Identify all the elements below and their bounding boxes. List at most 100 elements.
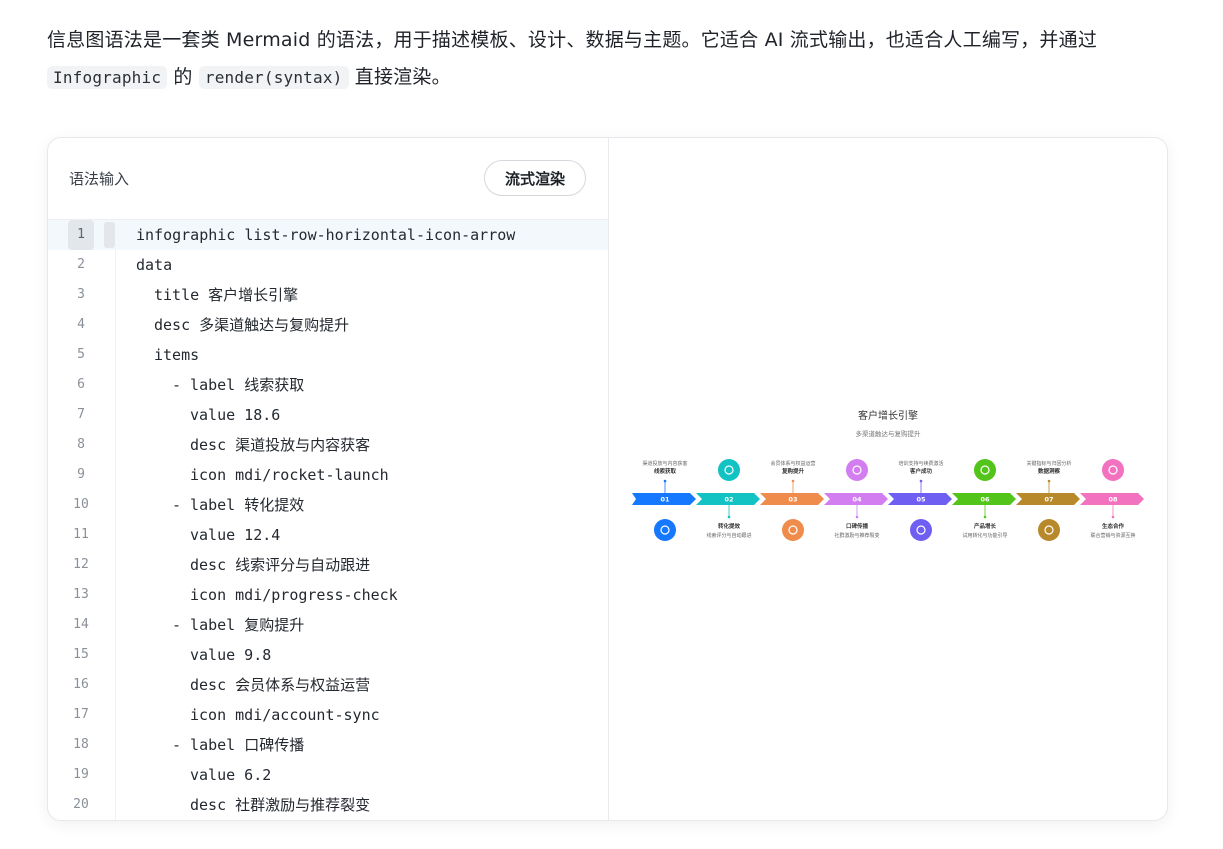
account-group-icon	[846, 459, 868, 481]
line-number: 2	[77, 257, 85, 272]
item-label: 线索获取	[654, 467, 677, 475]
item-label: 客户成功	[909, 467, 933, 475]
code-line[interactable]: 1 infographic list-row-horizontal-icon-ar…	[48, 220, 608, 250]
line-number: 13	[73, 587, 89, 602]
code-text: desc 社群激励与推荐裂变	[190, 796, 371, 814]
code-text: icon mdi/progress-check	[190, 586, 398, 604]
intro-text-1: 信息图语法是一套类 Mermaid 的语法，用于描述模板、设计、数据与主题。它适…	[47, 29, 1098, 51]
line-number: 15	[73, 647, 89, 662]
line-number: 10	[73, 497, 89, 512]
intro-text-3: 直接渲染。	[348, 66, 451, 88]
code-line[interactable]: 13 icon mdi/progress-check	[48, 580, 608, 610]
step-number: 01	[660, 496, 670, 504]
item-desc: 会员体系与权益运营	[770, 460, 815, 467]
line-number: 20	[73, 797, 89, 812]
line-number: 11	[73, 527, 89, 542]
code-line[interactable]: 9 icon mdi/rocket-launch	[48, 460, 608, 490]
code-text: value 12.4	[190, 526, 281, 544]
code-line[interactable]: 20 desc 社群激励与推荐裂变	[48, 790, 608, 820]
item-label: 生态合作	[1102, 522, 1125, 530]
code-line[interactable]: 4 desc 多渠道触达与复购提升	[48, 310, 608, 340]
code-editor[interactable]: 1 infographic list-row-horizontal-icon-ar…	[48, 220, 608, 820]
code-line[interactable]: 3 title 客户增长引擎	[48, 280, 608, 310]
syntax-panel: 语法输入 流式渲染 1 infographic list-row-horizont…	[48, 138, 609, 820]
line-number: 17	[73, 707, 89, 722]
infographic-subtitle: 多渠道触达与复购提升	[856, 429, 922, 438]
preview-panel: 客户增长引擎 多渠道触达与复购提升 01 渠道投放与内容获客 线索获取 02 转化提效 线索评…	[609, 138, 1167, 820]
code-text: icon mdi/account-sync	[190, 706, 380, 724]
line-number: 16	[73, 677, 89, 692]
code-line[interactable]: 14 - label 复购提升	[48, 610, 608, 640]
intro-text-2: 的	[167, 66, 199, 88]
step-number: 02	[724, 496, 733, 504]
line-number: 5	[77, 347, 85, 362]
syntax-panel-title: 语法输入	[69, 170, 130, 188]
line-number: 14	[73, 617, 89, 632]
connector-dot	[855, 515, 859, 519]
chart-area-icon	[1038, 519, 1060, 541]
code-text: icon mdi/rocket-launch	[190, 466, 389, 484]
item-desc: 线索评分与自动跟进	[706, 532, 751, 539]
item-desc: 联合营销与资源互换	[1090, 532, 1135, 539]
code-text: title 客户增长引擎	[154, 286, 299, 304]
code-text: - label 转化提效	[172, 496, 305, 514]
rocket-icon	[654, 519, 676, 541]
infographic-preview: 客户增长引擎多渠道触达与复购提升 01 渠道投放与内容获客线索获取 02 转化提效线索评…	[632, 409, 1144, 541]
playground-card: 语法输入 流式渲染 1 infographic list-row-horizont…	[47, 137, 1168, 821]
intro-paragraph: 信息图语法是一套类 Mermaid 的语法，用于描述模板、设计、数据与主题。它适…	[47, 22, 1177, 96]
item-label: 口碑传播	[846, 522, 869, 530]
item-desc: 培训支持与续费激活	[898, 460, 943, 467]
code-text: desc 渠道投放与内容获客	[190, 436, 371, 454]
connector-dot	[1111, 515, 1115, 519]
item-label: 数据洞察	[1038, 467, 1061, 475]
code-text: infographic list-row-horizontal-icon-arr…	[136, 226, 516, 244]
item-desc: 试用转化与功能引导	[962, 532, 1007, 539]
code-line[interactable]: 19 value 6.2	[48, 760, 608, 790]
inline-code-infographic: Infographic	[47, 66, 168, 89]
line-number: 8	[77, 437, 85, 452]
handshake-icon	[1102, 459, 1124, 481]
item-desc: 社群激励与推荐裂变	[834, 532, 879, 539]
step-number: 07	[1044, 496, 1053, 504]
code-line[interactable]: 17 icon mdi/account-sync	[48, 700, 608, 730]
code-line[interactable]: 10 - label 转化提效	[48, 490, 608, 520]
line-number: 9	[77, 467, 85, 482]
connector-dot	[1047, 479, 1051, 483]
line-number: 12	[73, 557, 89, 572]
connector-dot	[663, 479, 667, 483]
code-line[interactable]: 6 - label 线索获取	[48, 370, 608, 400]
progress-check-icon	[718, 459, 740, 481]
connector-dot	[727, 515, 731, 519]
code-line[interactable]: 2 data	[48, 250, 608, 280]
code-line[interactable]: 7 value 18.6	[48, 400, 608, 430]
line-number: 19	[73, 767, 89, 782]
code-text: - label 口碑传播	[172, 736, 305, 754]
code-line[interactable]: 5 items	[48, 340, 608, 370]
code-text: value 6.2	[190, 766, 272, 784]
connector-dot	[791, 479, 795, 483]
code-line[interactable]: 18 - label 口碑传播	[48, 730, 608, 760]
inline-code-render: render(syntax)	[198, 66, 349, 89]
item-label: 转化提效	[718, 522, 741, 530]
code-line[interactable]: 15 value 9.8	[48, 640, 608, 670]
book-icon	[910, 519, 932, 541]
code-text: data	[136, 256, 173, 274]
code-text: desc 线索评分与自动跟进	[190, 556, 371, 574]
stream-render-button[interactable]: 流式渲染	[484, 160, 586, 196]
code-line[interactable]: 8 desc 渠道投放与内容获客	[48, 430, 608, 460]
code-line[interactable]: 16 desc 会员体系与权益运营	[48, 670, 608, 700]
active-line-marker	[104, 222, 115, 248]
code-text: value 9.8	[190, 646, 272, 664]
code-line[interactable]: 11 value 12.4	[48, 520, 608, 550]
item-desc: 渠道投放与内容获客	[642, 460, 687, 467]
line-number: 18	[73, 737, 89, 752]
connector-dot	[919, 479, 923, 483]
item-label: 产品增长	[974, 522, 997, 530]
line-number: 3	[77, 287, 85, 302]
code-text: desc 会员体系与权益运营	[190, 676, 371, 694]
code-line[interactable]: 12 desc 线索评分与自动跟进	[48, 550, 608, 580]
item-desc: 关键指标与归因分析	[1026, 460, 1071, 467]
step-number: 03	[788, 496, 797, 504]
connector-dot	[983, 515, 987, 519]
line-number: 6	[77, 377, 85, 392]
